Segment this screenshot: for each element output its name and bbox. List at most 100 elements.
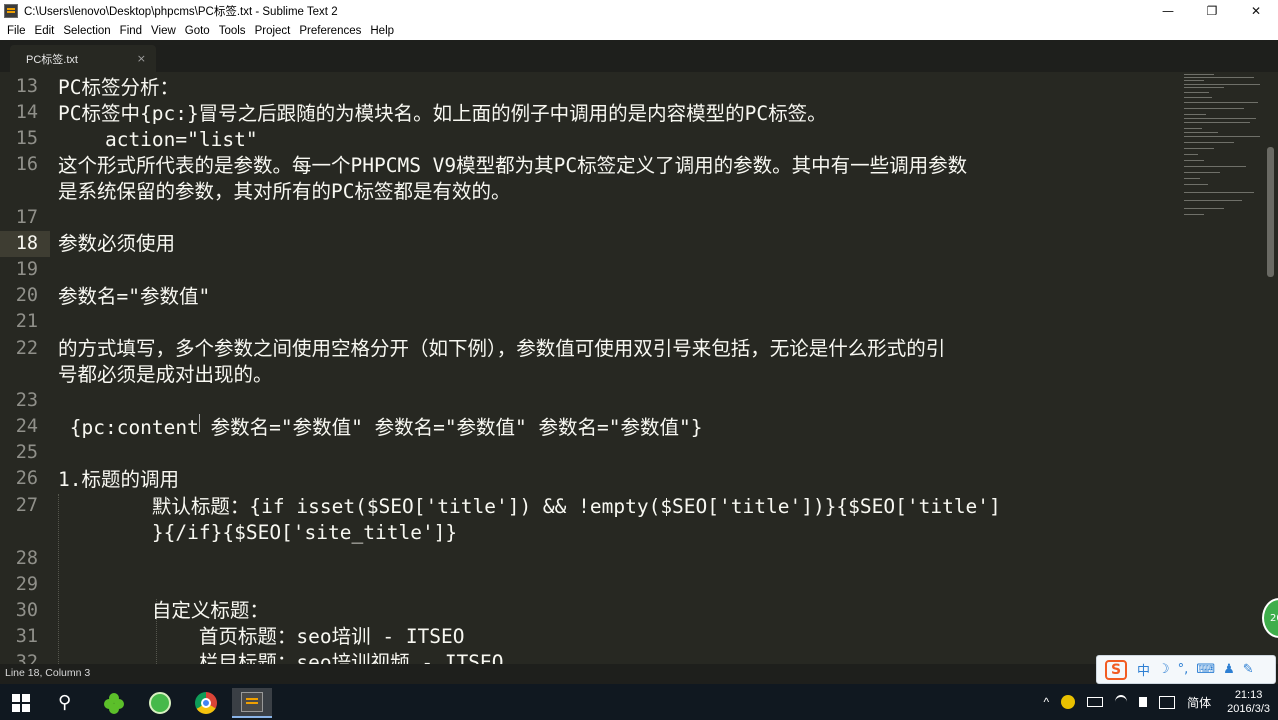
line-number: 30 <box>15 600 38 621</box>
code-line: PC标签分析： <box>58 76 179 99</box>
wrench-icon[interactable]: ✎ <box>1243 662 1254 677</box>
code-line: 默认标题：{if isset($SEO['title']) && !empty(… <box>58 495 1001 518</box>
search-icon[interactable]: ⚲ <box>58 692 71 713</box>
minimap-line <box>1184 142 1234 143</box>
text-cursor <box>199 414 200 432</box>
ime-toolbar[interactable]: S 中 ☽ °, ⌨ ♟ ✎ <box>1096 655 1276 684</box>
code-line: action="list" <box>58 128 258 151</box>
menu-project[interactable]: Project <box>255 25 291 37</box>
menu-edit[interactable]: Edit <box>35 25 55 37</box>
minimap-line <box>1184 200 1242 201</box>
minimap-line <box>1184 214 1204 215</box>
title-bar: C:\Users\lenovo\Desktop\phpcms\PC标签.txt … <box>0 0 1278 21</box>
line-number: 25 <box>15 442 38 463</box>
window-controls: — ❐ ✕ <box>1146 0 1278 21</box>
cursor-position: Line 18, Column 3 <box>5 667 91 679</box>
code-line: 自定义标题： <box>58 599 269 622</box>
line-number: 27 <box>15 495 38 516</box>
line-number: 32 <box>15 652 38 664</box>
chrome-icon[interactable] <box>186 688 226 718</box>
line-number: 31 <box>15 626 38 647</box>
menu-find[interactable]: Find <box>120 25 142 37</box>
minimap-line <box>1184 77 1254 78</box>
code-line: 栏目标题：seo培训视频 - ITSEO <box>58 651 504 664</box>
line-number: 19 <box>15 259 38 280</box>
minimap-line <box>1184 114 1206 115</box>
windows-start-icon[interactable] <box>12 694 30 712</box>
line-number-current: 18 <box>15 233 38 254</box>
line-number: 22 <box>15 338 38 359</box>
minimize-button[interactable]: — <box>1146 0 1190 21</box>
clover-app-icon[interactable] <box>94 688 134 718</box>
code-line-wrapped: 号都必须是成对出现的。 <box>58 363 273 386</box>
line-number: 15 <box>15 128 38 149</box>
code-line-wrapped: }{/if}{$SEO['site_title']} <box>58 521 458 544</box>
browser-360-icon[interactable] <box>140 688 180 718</box>
file-tab-label: PC标签.txt <box>26 53 78 66</box>
menu-goto[interactable]: Goto <box>185 25 210 37</box>
input-language[interactable]: 简体 <box>1187 694 1211 711</box>
moon-icon[interactable]: ☽ <box>1158 662 1170 677</box>
menu-bar: File Edit Selection Find View Goto Tools… <box>0 21 1278 40</box>
line-number: 28 <box>15 548 38 569</box>
minimap-line <box>1184 184 1208 185</box>
minimap-line <box>1184 136 1260 137</box>
file-tab[interactable]: PC标签.txt × <box>10 45 156 72</box>
code-line: {pc:content 参数名="参数值" 参数名="参数值" 参数名="参数值… <box>58 416 703 439</box>
wifi-icon[interactable] <box>1115 695 1128 709</box>
minimap-line <box>1184 154 1198 155</box>
minimap-line <box>1184 132 1218 133</box>
minimap-line <box>1184 84 1260 85</box>
minimap-line <box>1184 160 1204 161</box>
punctuation-icon[interactable]: °, <box>1178 662 1189 677</box>
menu-tools[interactable]: Tools <box>219 25 246 37</box>
volume-icon[interactable] <box>1139 697 1148 707</box>
minimap-line <box>1184 74 1214 75</box>
editor-area[interactable]: 13 14 15 16 17 18 19 20 21 22 23 24 25 2… <box>0 72 1264 664</box>
menu-help[interactable]: Help <box>370 25 394 37</box>
menu-file[interactable]: File <box>7 25 26 37</box>
minimap-line <box>1184 102 1258 103</box>
vertical-scrollbar[interactable] <box>1264 72 1278 664</box>
line-number: 13 <box>15 76 38 97</box>
line-number: 17 <box>15 207 38 228</box>
notification-icon[interactable] <box>1159 695 1176 709</box>
clock-date: 2016/3/3 <box>1227 703 1270 715</box>
system-tray: ^ 简体 21:13 2016/3/3 <box>1038 684 1278 720</box>
minimap-line <box>1184 108 1244 109</box>
scrollbar-thumb[interactable] <box>1267 147 1274 277</box>
user-icon[interactable]: ♟ <box>1223 662 1235 677</box>
minimap-line <box>1184 166 1246 167</box>
line-number: 14 <box>15 102 38 123</box>
line-number: 20 <box>15 285 38 306</box>
clock[interactable]: 21:13 2016/3/3 <box>1227 688 1270 716</box>
ime-chinese-mode[interactable]: 中 <box>1137 660 1150 679</box>
code-line-wrapped: 是系统保留的参数，其对所有的PC标签都是有效的。 <box>58 180 511 203</box>
minimap-line <box>1184 118 1256 119</box>
clock-time: 21:13 <box>1234 689 1263 701</box>
line-number: 26 <box>15 468 38 489</box>
show-hidden-icons-button[interactable]: ^ <box>1044 695 1050 709</box>
minimap-line <box>1184 178 1200 179</box>
keyboard-icon[interactable]: ⌨ <box>1196 662 1215 677</box>
line-number: 29 <box>15 574 38 595</box>
plus-tray-icon[interactable] <box>1061 695 1076 709</box>
battery-icon[interactable] <box>1087 697 1104 707</box>
minimap-line <box>1184 192 1254 193</box>
sogou-logo-icon[interactable]: S <box>1105 659 1127 680</box>
minimap-line <box>1184 80 1204 81</box>
minimap-line <box>1184 148 1214 149</box>
code-line: 1.标题的调用 <box>58 468 179 491</box>
minimap[interactable] <box>1180 72 1264 232</box>
line-number: 16 <box>15 154 38 175</box>
menu-selection[interactable]: Selection <box>63 25 110 37</box>
close-button[interactable]: ✕ <box>1234 0 1278 21</box>
line-number: 23 <box>15 390 38 411</box>
maximize-button[interactable]: ❐ <box>1190 0 1234 21</box>
menu-preferences[interactable]: Preferences <box>299 25 361 37</box>
minimap-line <box>1184 208 1224 209</box>
sublime-taskbar-icon[interactable] <box>232 688 272 718</box>
tab-close-icon[interactable]: × <box>137 52 146 65</box>
minimap-line <box>1184 97 1212 98</box>
menu-view[interactable]: View <box>151 25 176 37</box>
